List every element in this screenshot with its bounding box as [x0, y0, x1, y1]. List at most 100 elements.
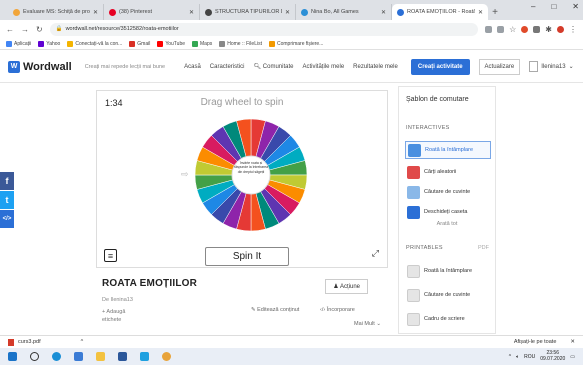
printable-writing-frame[interactable]: Cadru de scriere: [405, 310, 491, 328]
close-icon[interactable]: ✕: [478, 9, 483, 16]
more-link[interactable]: Mai Mult ⌄: [354, 321, 381, 327]
extension-icon[interactable]: [533, 25, 541, 33]
close-icon[interactable]: ✕: [189, 9, 194, 16]
cards-icon: [407, 165, 420, 179]
author-link[interactable]: Ilenina13: [111, 297, 133, 303]
kebab-menu-icon[interactable]: ⋮: [569, 25, 577, 34]
browser-tab[interactable]: STRUCTURA TIPURILOR DE LI...✕: [200, 4, 296, 20]
maximize-button[interactable]: □: [551, 2, 556, 11]
bookmark[interactable]: Maps: [192, 40, 212, 47]
activity-title: ROATA EMOȚIILOR: [102, 278, 198, 289]
bookmark[interactable]: Conectați-vă la con...: [67, 40, 122, 47]
wheel-icon: [408, 143, 421, 157]
windows-start-icon[interactable]: [8, 352, 17, 361]
back-icon[interactable]: ←: [6, 25, 14, 34]
fullscreen-icon[interactable]: ⤢: [372, 248, 379, 259]
download-file[interactable]: curs3.pdf: [18, 339, 41, 345]
chevron-up-icon[interactable]: ^: [81, 339, 84, 345]
activity-info: ROATA EMOȚIILOR De Ilenina13 + Adaugă et…: [96, 273, 388, 333]
template-open-box[interactable]: Deschideți caseta: [405, 203, 491, 221]
close-icon[interactable]: ✕: [93, 9, 98, 16]
minimize-button[interactable]: –: [531, 2, 535, 11]
browser-tab[interactable]: Nina Bo, All Games ✕: [296, 4, 392, 20]
edge-icon[interactable]: [52, 352, 61, 361]
edit-content-link[interactable]: ✎ Editează conținut: [251, 307, 299, 313]
ie-icon[interactable]: [140, 352, 149, 361]
yahoo-icon: [38, 40, 45, 47]
close-icon[interactable]: ✕: [285, 9, 290, 16]
wordwall-logo[interactable]: W Wordwall: [8, 60, 72, 73]
actions-button[interactable]: ♟ Acțiune: [325, 279, 368, 294]
browser-tab[interactable]: (38) Pinterest ✕: [104, 4, 200, 20]
nav-features[interactable]: Caracteristici: [210, 64, 245, 70]
chevron-up-icon[interactable]: ^: [509, 354, 511, 360]
create-activity-button[interactable]: Creați activitate: [410, 58, 470, 75]
nav-home[interactable]: Acasă: [184, 64, 201, 70]
youtube-icon: [157, 40, 164, 47]
bookmark[interactable]: YouTube: [157, 40, 185, 47]
facebook-share-button[interactable]: f: [0, 172, 14, 190]
forward-icon[interactable]: →: [21, 25, 29, 34]
spin-wheel[interactable]: Învârte roata și răspunde la întrebarea …: [193, 117, 309, 233]
system-tray: ^ 🔈︎ ROU 23:56 09.07.2020 ▭: [509, 350, 575, 362]
notifications-icon[interactable]: ▭: [570, 354, 575, 360]
url-text: wordwall.net/resource/3512582/roata-emot…: [65, 26, 179, 32]
browser-tab-active[interactable]: ROATA EMOȚIILOR - Roată la ✕: [392, 4, 488, 20]
bookmarks-bar: Aplicații Yahoo Conectați-vă la con... G…: [0, 38, 583, 50]
nav-my-results[interactable]: Rezultatele mele: [353, 64, 398, 70]
twitter-share-button[interactable]: t: [0, 191, 14, 209]
new-tab-button[interactable]: +: [488, 4, 502, 20]
clock[interactable]: 23:56 09.07.2020: [540, 350, 565, 362]
opera-icon[interactable]: [521, 25, 529, 33]
compress-icon: [268, 40, 275, 47]
close-icon[interactable]: ✕: [570, 339, 575, 345]
chrome-icon[interactable]: [162, 352, 171, 361]
embed-link[interactable]: ‹/› Încorporare: [320, 307, 355, 313]
template-wordsearch[interactable]: Căutare de cuvinte: [405, 183, 491, 201]
star-icon[interactable]: ☆: [509, 25, 516, 34]
store-icon[interactable]: [74, 352, 83, 361]
user-menu[interactable]: Ilenina13 ⌄: [529, 61, 574, 72]
nav-community[interactable]: 🔍︎ Comunitate: [253, 63, 293, 70]
interactives-heading: INTERACTIVES: [406, 125, 450, 131]
close-window-button[interactable]: ✕: [572, 2, 579, 11]
browser-tab[interactable]: Evaluare MS: Schiță de proiect✕: [8, 4, 104, 20]
bookmark[interactable]: Yahoo: [38, 40, 60, 47]
language-indicator[interactable]: ROU: [524, 354, 535, 360]
taskbar: ^ 🔈︎ ROU 23:56 09.07.2020 ▭: [0, 348, 583, 365]
cast-icon[interactable]: [485, 25, 493, 33]
bookmark[interactable]: Aplicații: [6, 40, 31, 47]
template-random-wheel[interactable]: Roată la întâmplare: [405, 141, 491, 159]
show-all-downloads[interactable]: Afișați-le pe toate: [514, 339, 557, 345]
gmail-icon: [129, 40, 136, 47]
nav-my-activities[interactable]: Activitățile mele: [302, 64, 344, 70]
reload-icon[interactable]: ↻: [36, 25, 43, 34]
upgrade-button[interactable]: Actualizare: [478, 58, 521, 75]
avatar: [529, 61, 539, 72]
embed-share-button[interactable]: </>: [0, 210, 14, 228]
extension-icon[interactable]: [497, 25, 505, 33]
download-bar: curs3.pdf ^ Afișați-le pe toate ✕: [0, 335, 583, 348]
printable-wheel[interactable]: Roată la întâmplare: [405, 262, 491, 280]
add-tags-link[interactable]: + Adaugă etichete: [102, 309, 142, 324]
printable-icon: [407, 264, 420, 278]
puzzle-icon[interactable]: ✱: [545, 25, 552, 34]
template-random-cards[interactable]: Cărți aleatorii: [405, 163, 491, 181]
volume-icon[interactable]: 🔈︎: [516, 354, 519, 360]
spin-button[interactable]: Spin It: [205, 247, 289, 266]
tab-favicon-icon: [13, 8, 20, 16]
bookmark[interactable]: Home :: FileList: [219, 40, 262, 47]
word-icon[interactable]: [118, 352, 127, 361]
search-icon[interactable]: [30, 352, 39, 361]
close-icon[interactable]: ✕: [381, 9, 386, 16]
bookmark[interactable]: Gmail: [129, 40, 150, 47]
file-explorer-icon[interactable]: [96, 352, 105, 361]
profile-icon[interactable]: [557, 25, 564, 33]
bookmark[interactable]: Comprimare fișiere...: [268, 40, 323, 47]
menu-icon[interactable]: ≡: [104, 249, 117, 262]
show-all-link[interactable]: Arată tot: [399, 221, 495, 227]
url-field[interactable]: 🔒 wordwall.net/resource/3512582/roata-em…: [49, 22, 479, 36]
browser-tab-bar: Evaluare MS: Schiță de proiect✕ (38) Pin…: [0, 0, 583, 20]
printable-wordsearch[interactable]: Căutare de cuvinte: [405, 286, 491, 304]
tab-favicon-icon: [301, 8, 308, 16]
